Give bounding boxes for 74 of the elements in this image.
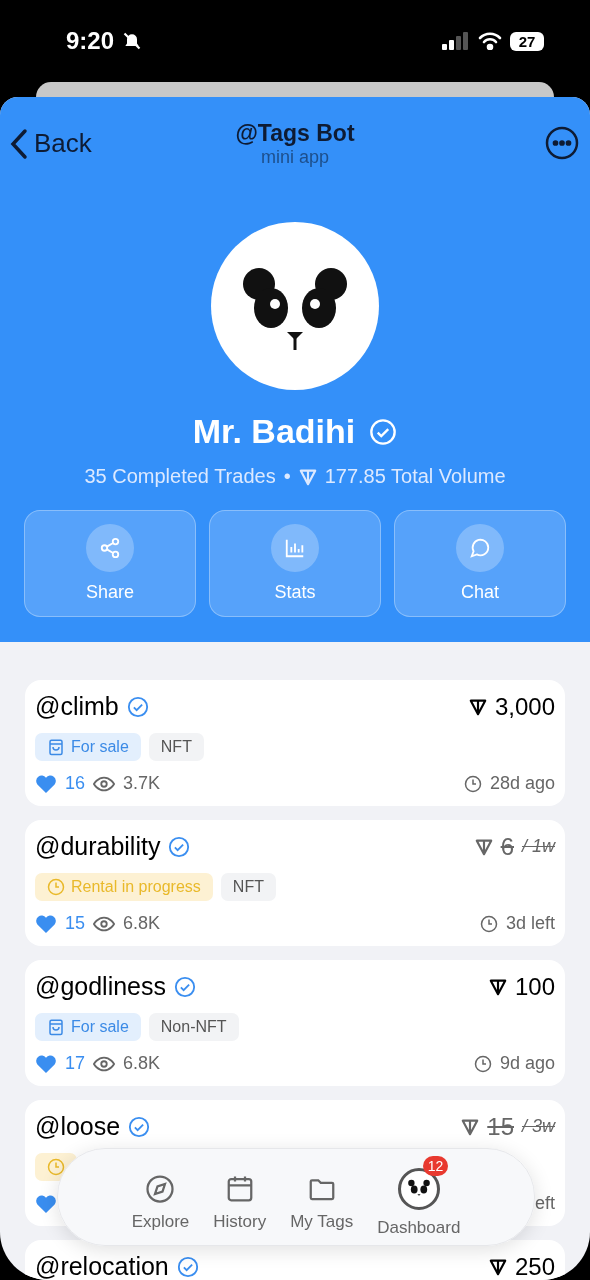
bag-icon bbox=[47, 1018, 65, 1036]
nav-item[interactable]: Explore bbox=[121, 1162, 200, 1232]
type-tag: NFT bbox=[148, 733, 204, 761]
tag-name: @relocation bbox=[35, 1252, 169, 1280]
time-label: 28d ago bbox=[489, 773, 555, 794]
ton-icon bbox=[474, 837, 493, 856]
eye-icon bbox=[93, 1055, 116, 1072]
bar-chart-icon bbox=[284, 537, 306, 559]
tag-name: @godliness bbox=[35, 972, 166, 1001]
more-button[interactable] bbox=[544, 125, 580, 162]
status-tag: For sale bbox=[35, 1013, 141, 1041]
likes-count: 16 bbox=[65, 773, 86, 794]
wifi-icon bbox=[478, 32, 502, 50]
separator-dot: • bbox=[283, 465, 291, 488]
clock-icon bbox=[47, 1158, 65, 1176]
price: 6 bbox=[500, 832, 514, 861]
chevron-left-icon bbox=[10, 127, 28, 160]
eye-icon bbox=[93, 775, 116, 792]
views-count: 3.7K bbox=[123, 773, 161, 794]
nav-item[interactable]: History bbox=[203, 1162, 277, 1232]
ton-icon bbox=[298, 467, 317, 486]
listing-card[interactable]: @durability 6 / 1w Rental in progress NFT 15 6.8K 3d left bbox=[25, 820, 565, 946]
listing-card[interactable]: @godliness 100 For sale Non-NFT 17 6.8K 9d ago bbox=[25, 960, 565, 1086]
nav-item[interactable]: Dashboard 12 bbox=[367, 1156, 471, 1238]
compass-icon bbox=[145, 1174, 176, 1204]
status-time: 9:20 bbox=[66, 27, 115, 55]
views-count: 6.8K bbox=[123, 1053, 161, 1074]
time-label: 3d left bbox=[505, 913, 555, 934]
back-button[interactable]: Back bbox=[10, 127, 92, 160]
tag-name: @climb bbox=[35, 692, 119, 721]
type-tag: NFT bbox=[220, 873, 276, 901]
ton-icon bbox=[488, 977, 507, 996]
trades-count: 35 Completed Trades bbox=[84, 465, 276, 488]
share-icon bbox=[99, 537, 121, 559]
time-label: eft bbox=[535, 1193, 555, 1214]
heart-icon bbox=[35, 913, 57, 934]
app-subtitle: mini app bbox=[259, 146, 330, 168]
tag-name: @durability bbox=[35, 832, 161, 861]
price: 3,000 bbox=[494, 692, 555, 721]
clock-icon bbox=[47, 878, 65, 896]
tag-name: @loose bbox=[35, 1112, 121, 1141]
listing-card[interactable]: @climb 3,000 For sale NFT 16 3.7K 28d ago bbox=[25, 680, 565, 806]
price: 15 bbox=[487, 1112, 514, 1141]
status-tag: For sale bbox=[35, 733, 141, 761]
status-tag: Rental in progress bbox=[35, 873, 213, 901]
notification-badge: 12 bbox=[422, 1156, 449, 1176]
ton-icon bbox=[488, 1257, 507, 1276]
bell-off-icon bbox=[122, 31, 143, 51]
ton-icon bbox=[468, 697, 487, 716]
time-label: 9d ago bbox=[499, 1053, 555, 1074]
type-tag: Non-NFT bbox=[148, 1013, 239, 1041]
likes-count: 15 bbox=[65, 913, 86, 934]
rental-period: / 3w bbox=[522, 1116, 555, 1137]
signal-icon bbox=[442, 32, 470, 50]
views-count: 6.8K bbox=[123, 913, 161, 934]
battery-indicator: 27 bbox=[510, 31, 544, 51]
total-volume: 177.85 Total Volume bbox=[324, 465, 506, 488]
ton-icon bbox=[461, 1117, 480, 1136]
likes-count: 17 bbox=[65, 1053, 86, 1074]
rental-period: / 1w bbox=[522, 836, 555, 857]
bag-icon bbox=[47, 738, 65, 756]
nav-item[interactable]: My Tags bbox=[280, 1162, 364, 1232]
clock-icon bbox=[473, 1054, 492, 1073]
chat-icon bbox=[469, 537, 491, 559]
heart-icon bbox=[35, 773, 57, 794]
eye-icon bbox=[93, 915, 116, 932]
clock-icon bbox=[463, 774, 482, 793]
clock-icon bbox=[479, 914, 498, 933]
app-title: @Tags Bot bbox=[235, 119, 355, 147]
profile-name: Mr. Badihi bbox=[192, 412, 356, 451]
heart-icon bbox=[35, 1053, 57, 1074]
price: 100 bbox=[514, 972, 555, 1001]
heart-icon bbox=[35, 1193, 57, 1214]
price: 250 bbox=[514, 1252, 555, 1280]
